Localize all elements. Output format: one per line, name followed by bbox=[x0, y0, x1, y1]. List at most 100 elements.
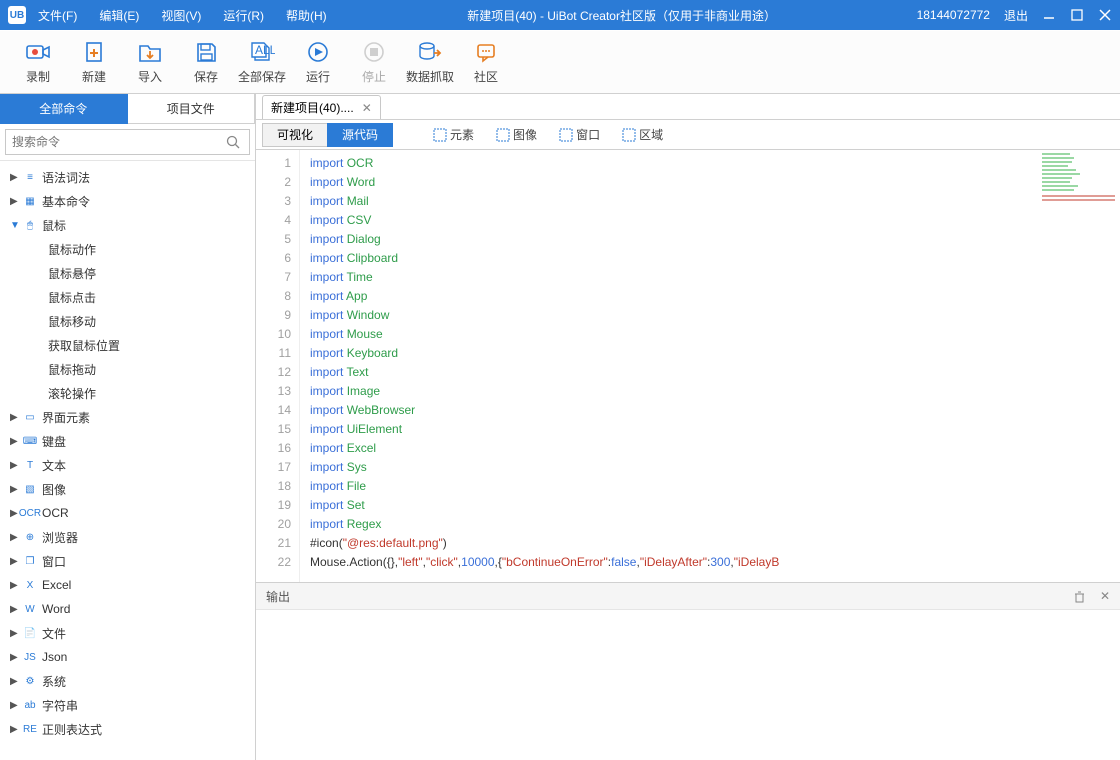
tree-node[interactable]: ▶📄文件 bbox=[0, 621, 255, 645]
expand-icon[interactable]: ▶ bbox=[10, 724, 18, 735]
expand-icon[interactable]: ▶ bbox=[10, 460, 18, 471]
code-line[interactable]: Mouse.Action({},"left","click",10000,{"b… bbox=[310, 553, 1120, 572]
code-line[interactable]: import CSV bbox=[310, 211, 1120, 230]
trash-icon[interactable] bbox=[1073, 590, 1086, 603]
tree-node[interactable]: ▶RE正则表达式 bbox=[0, 717, 255, 741]
logout-link[interactable]: 退出 bbox=[1004, 7, 1028, 24]
tree-leaf[interactable]: 滚轮操作 bbox=[0, 381, 255, 405]
minimap[interactable] bbox=[1030, 150, 1120, 230]
view-tool[interactable]: 图像 bbox=[496, 126, 537, 143]
expand-icon[interactable]: ▶ bbox=[10, 628, 18, 639]
tree-leaf[interactable]: 鼠标悬停 bbox=[0, 261, 255, 285]
toolbar-保存[interactable]: 保存 bbox=[182, 40, 230, 85]
expand-icon[interactable]: ▶ bbox=[10, 508, 18, 519]
menu-item[interactable]: 视图(V) bbox=[161, 7, 201, 24]
sidebar-tab[interactable]: 全部命令 bbox=[0, 94, 128, 124]
tree-node[interactable]: ▶❐窗口 bbox=[0, 549, 255, 573]
tree-node[interactable]: ▶WWord bbox=[0, 597, 255, 621]
menu-item[interactable]: 编辑(E) bbox=[99, 7, 139, 24]
code-line[interactable]: import Clipboard bbox=[310, 249, 1120, 268]
expand-icon[interactable]: ▶ bbox=[10, 412, 18, 423]
output-close-icon[interactable]: ✕ bbox=[1100, 589, 1110, 603]
tree-node[interactable]: ▶▦基本命令 bbox=[0, 189, 255, 213]
toolbar-新建[interactable]: 新建 bbox=[70, 40, 118, 85]
expand-icon[interactable]: ▶ bbox=[10, 172, 18, 183]
sidebar-tab[interactable]: 项目文件 bbox=[128, 94, 256, 124]
search-input[interactable] bbox=[5, 129, 250, 155]
close-icon[interactable] bbox=[1098, 8, 1112, 22]
expand-icon[interactable]: ▶ bbox=[10, 196, 18, 207]
code-line[interactable]: import Regex bbox=[310, 515, 1120, 534]
code-line[interactable]: import UiElement bbox=[310, 420, 1120, 439]
code-line[interactable]: import Excel bbox=[310, 439, 1120, 458]
code-line[interactable]: import Mouse bbox=[310, 325, 1120, 344]
toolbar-运行[interactable]: 运行 bbox=[294, 40, 342, 85]
code-line[interactable]: import Text bbox=[310, 363, 1120, 382]
code-line[interactable]: #icon("@res:default.png") bbox=[310, 534, 1120, 553]
tree-node[interactable]: ▶OCROCR bbox=[0, 501, 255, 525]
toolbar-导入[interactable]: 导入 bbox=[126, 40, 174, 85]
tree-leaf[interactable]: 鼠标移动 bbox=[0, 309, 255, 333]
tree-node[interactable]: ▶⌨键盘 bbox=[0, 429, 255, 453]
code-line[interactable]: import File bbox=[310, 477, 1120, 496]
code-line[interactable]: import Sys bbox=[310, 458, 1120, 477]
expand-icon[interactable]: ▼ bbox=[10, 220, 18, 231]
view-tab[interactable]: 可视化 bbox=[262, 123, 328, 147]
tree-leaf[interactable]: 获取鼠标位置 bbox=[0, 333, 255, 357]
code-line[interactable]: import Word bbox=[310, 173, 1120, 192]
view-tool[interactable]: 窗口 bbox=[559, 126, 600, 143]
view-tool[interactable]: 元素 bbox=[433, 126, 474, 143]
code-line[interactable]: import Window bbox=[310, 306, 1120, 325]
expand-icon[interactable]: ▶ bbox=[10, 580, 18, 591]
code-line[interactable]: import Keyboard bbox=[310, 344, 1120, 363]
code-editor[interactable]: 12345678910111213141516171819202122 impo… bbox=[256, 150, 1120, 582]
code-line[interactable]: import Mail bbox=[310, 192, 1120, 211]
expand-icon[interactable]: ▶ bbox=[10, 700, 18, 711]
code-area[interactable]: import OCRimport Wordimport Mailimport C… bbox=[300, 150, 1120, 582]
code-line[interactable]: import Dialog bbox=[310, 230, 1120, 249]
toolbar-社区[interactable]: 社区 bbox=[462, 40, 510, 85]
code-line[interactable]: import App bbox=[310, 287, 1120, 306]
tree-node[interactable]: ▶T文本 bbox=[0, 453, 255, 477]
menu-item[interactable]: 文件(F) bbox=[38, 7, 77, 24]
expand-icon[interactable]: ▶ bbox=[10, 436, 18, 447]
tree-leaf[interactable]: 鼠标点击 bbox=[0, 285, 255, 309]
maximize-icon[interactable] bbox=[1070, 8, 1084, 22]
view-tool[interactable]: 区域 bbox=[622, 126, 663, 143]
minimize-icon[interactable] bbox=[1042, 8, 1056, 22]
tree-node[interactable]: ▶⚙系统 bbox=[0, 669, 255, 693]
toolbar-录制[interactable]: 录制 bbox=[14, 40, 62, 85]
tree-node[interactable]: ▶XExcel bbox=[0, 573, 255, 597]
search-icon[interactable] bbox=[226, 135, 240, 149]
menu-item[interactable]: 帮助(H) bbox=[286, 7, 327, 24]
expand-icon[interactable]: ▶ bbox=[10, 532, 18, 543]
tree-node[interactable]: ▶≡语法词法 bbox=[0, 165, 255, 189]
tree-node[interactable]: ▶▧图像 bbox=[0, 477, 255, 501]
tree-leaf[interactable]: 鼠标拖动 bbox=[0, 357, 255, 381]
tree-node[interactable]: ▼🖱鼠标 bbox=[0, 213, 255, 237]
view-tab[interactable]: 源代码 bbox=[327, 123, 393, 147]
tree-node[interactable]: ▶⊕浏览器 bbox=[0, 525, 255, 549]
document-tab[interactable]: 新建项目(40).... ✕ bbox=[262, 95, 381, 119]
code-line[interactable]: import Time bbox=[310, 268, 1120, 287]
tree-label: 图像 bbox=[42, 481, 66, 498]
tree-leaf[interactable]: 鼠标动作 bbox=[0, 237, 255, 261]
code-line[interactable]: import Set bbox=[310, 496, 1120, 515]
toolbar-数据抓取[interactable]: 数据抓取 bbox=[406, 40, 454, 85]
code-line[interactable]: import WebBrowser bbox=[310, 401, 1120, 420]
tree-label: 文件 bbox=[42, 625, 66, 642]
expand-icon[interactable]: ▶ bbox=[10, 652, 18, 663]
expand-icon[interactable]: ▶ bbox=[10, 484, 18, 495]
expand-icon[interactable]: ▶ bbox=[10, 556, 18, 567]
tree-node[interactable]: ▶ab字符串 bbox=[0, 693, 255, 717]
tree-node[interactable]: ▶JSJson bbox=[0, 645, 255, 669]
toolbar-全部保存[interactable]: ALL全部保存 bbox=[238, 40, 286, 85]
expand-icon[interactable]: ▶ bbox=[10, 604, 18, 615]
code-line[interactable]: import OCR bbox=[310, 154, 1120, 173]
node-icon: T bbox=[22, 458, 38, 472]
menu-item[interactable]: 运行(R) bbox=[223, 7, 264, 24]
tree-node[interactable]: ▶▭界面元素 bbox=[0, 405, 255, 429]
expand-icon[interactable]: ▶ bbox=[10, 676, 18, 687]
code-line[interactable]: import Image bbox=[310, 382, 1120, 401]
tab-close-icon[interactable]: ✕ bbox=[362, 101, 372, 115]
